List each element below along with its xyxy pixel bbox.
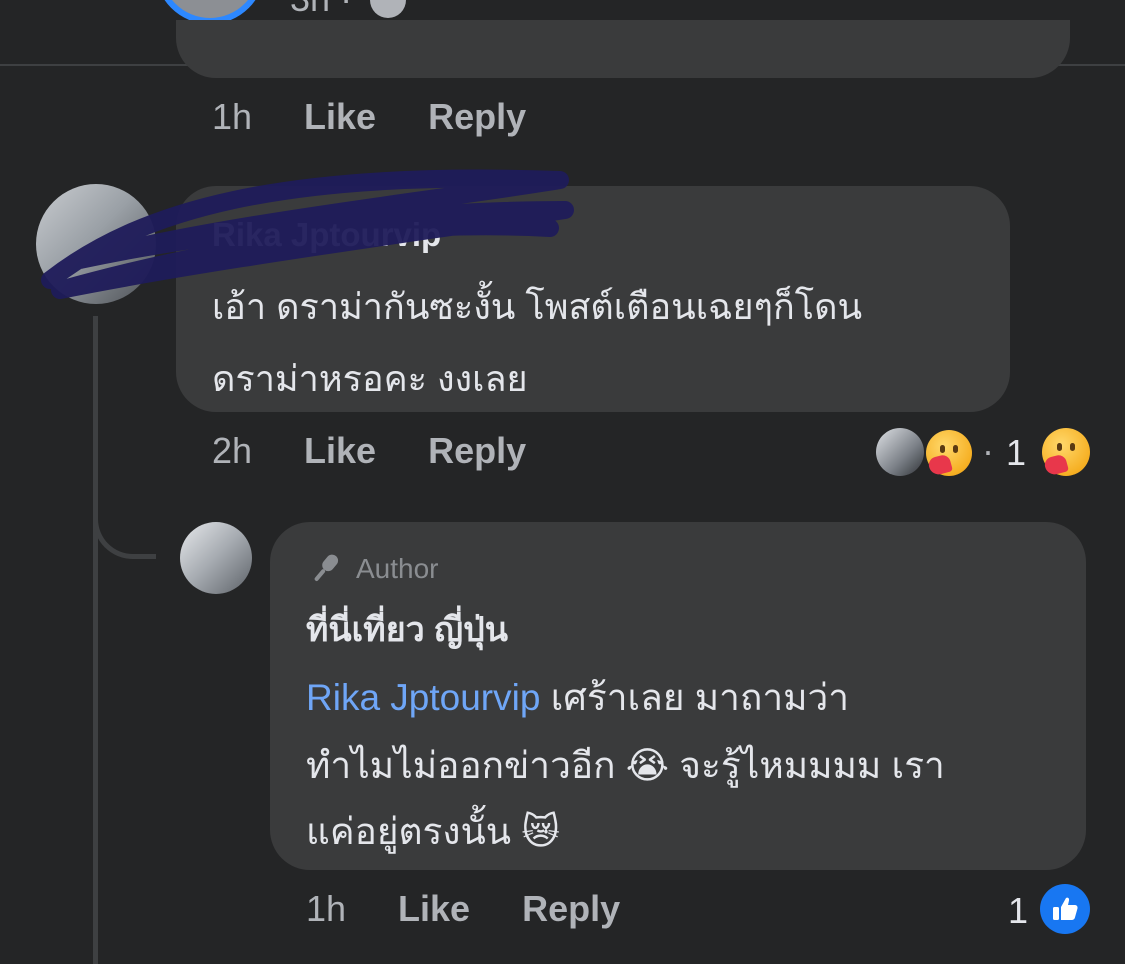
author-badge-label: Author	[356, 553, 439, 584]
reply1-text-line2b: จะรู้ไหมมมม เรา	[669, 745, 945, 786]
comment2-text-line2: ดราม่าหรอคะ งงเลย	[212, 358, 528, 399]
reply1-bubble: Author ที่นี่เที่ยว ญี่ปุ่น Rika Jptourv…	[270, 522, 1086, 870]
reply1-author[interactable]: ที่นี่เที่ยว ญี่ปุ่น	[306, 602, 508, 656]
comment2-reply-button[interactable]: Reply	[428, 430, 526, 472]
reply1-text-line1: Rika Jptourvip เศร้าเลย มาถามว่า	[306, 668, 849, 727]
reply1-text-line3: แค่อยู่ตรงนั้น 😿	[306, 802, 560, 861]
reply1-text-after-mention: เศร้าเลย มาถามว่า	[540, 677, 850, 718]
globe-icon	[370, 0, 406, 18]
reply1-text-line2: ทำไมไม่ออกข่าวอีก 😭 จะรู้ไหมมมม เรา	[306, 736, 945, 795]
reply1-text-line2a: ทำไมไม่ออกข่าวอีก	[306, 745, 626, 786]
thread-line	[93, 316, 98, 964]
redaction-scribble	[41, 169, 574, 299]
reaction-count[interactable]: 1	[1006, 432, 1026, 474]
top-dot: ·	[340, 0, 352, 19]
microphone-icon	[314, 554, 339, 581]
mention-link[interactable]: Rika Jptourvip	[306, 677, 540, 718]
crying-face-emoji: 😭	[625, 744, 669, 787]
author-badge: Author	[306, 550, 439, 588]
crying-cat-emoji: 😿	[521, 810, 560, 853]
comment2-time[interactable]: 2h	[212, 430, 252, 472]
thumbs-up-icon	[1053, 897, 1078, 920]
reply1-avatar[interactable]	[180, 522, 252, 594]
care-reaction-icon-own[interactable]	[1042, 428, 1090, 477]
reply1-actions: 1h Like Reply	[306, 888, 620, 930]
comment1-time[interactable]: 1h	[212, 96, 252, 140]
reply1-like-count[interactable]: 1	[1008, 890, 1028, 932]
reply1-like-button[interactable]: Like	[398, 888, 470, 930]
care-reaction-icon[interactable]	[926, 430, 972, 477]
reply1-text-line3-text: แค่อยู่ตรงนั้น	[306, 811, 522, 852]
like-reaction-icon[interactable]	[1040, 884, 1090, 934]
top-time: 3h	[290, 0, 330, 19]
reactor-avatar[interactable]	[876, 428, 924, 476]
reply1-time[interactable]: 1h	[306, 888, 346, 930]
comment1-like-button[interactable]: Like	[304, 96, 376, 140]
comment1-reply-button[interactable]: Reply	[428, 96, 526, 140]
top-meta: 3h ·	[290, 0, 352, 20]
comment1-actions: 1h Like Reply	[212, 96, 526, 140]
thread-branch	[93, 470, 156, 559]
comment2-like-button[interactable]: Like	[304, 430, 376, 472]
previous-comment-bubble-bottom	[176, 20, 1070, 78]
reply1-reply-button[interactable]: Reply	[522, 888, 620, 930]
reaction-dot: ·	[982, 430, 994, 471]
comment2-actions: 2h Like Reply	[212, 430, 526, 472]
